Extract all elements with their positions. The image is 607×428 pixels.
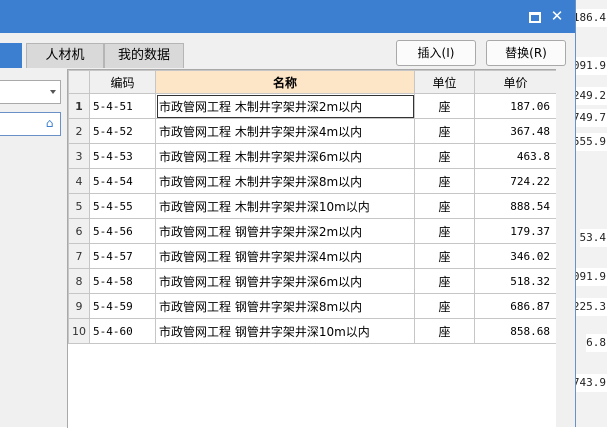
cell-price[interactable]: 463.8 [475, 144, 557, 169]
cell-name[interactable]: 市政管网工程 钢管井字架井深8m以内 [156, 294, 415, 319]
cell-price[interactable]: 858.68 [475, 319, 557, 344]
table-header-row: 编码 名称 单位 单价 [69, 71, 557, 94]
cell-code[interactable]: 5-4-60 [90, 319, 156, 344]
row-number-header [69, 71, 90, 94]
table-row[interactable]: 105-4-60市政管网工程 钢管井字架井深10m以内座858.68 [69, 319, 557, 344]
table-row[interactable]: 15-4-51市政管网工程 木制井字架井深2m以内座187.06 [69, 94, 557, 119]
cell-unit[interactable]: 座 [415, 119, 475, 144]
table-row[interactable]: 35-4-53市政管网工程 木制井字架井深6m以内座463.8 [69, 144, 557, 169]
background-value: 743.9 [573, 374, 607, 392]
background-value: 53.4 [580, 229, 607, 247]
cell-unit[interactable]: 座 [415, 319, 475, 344]
table-row[interactable]: 45-4-54市政管网工程 木制井字架井深8m以内座724.22 [69, 169, 557, 194]
column-header-code[interactable]: 编码 [90, 71, 156, 94]
cell-code[interactable]: 5-4-59 [90, 294, 156, 319]
row-number[interactable]: 10 [69, 319, 90, 344]
table-row[interactable]: 65-4-56市政管网工程 钢管井字架井深2m以内座179.37 [69, 219, 557, 244]
cell-code[interactable]: 5-4-51 [90, 94, 156, 119]
tab-quota[interactable] [0, 43, 22, 68]
cell-code[interactable]: 5-4-55 [90, 194, 156, 219]
table-row[interactable]: 95-4-59市政管网工程 钢管井字架井深8m以内座686.87 [69, 294, 557, 319]
cell-unit[interactable]: 座 [415, 144, 475, 169]
row-number[interactable]: 7 [69, 244, 90, 269]
insert-button[interactable]: 插入(I) [396, 40, 476, 66]
tab-my-data[interactable]: 我的数据 [104, 43, 184, 68]
cell-unit[interactable]: 座 [415, 294, 475, 319]
cell-name[interactable]: 市政管网工程 木制井字架井深2m以内 [156, 94, 415, 119]
left-pane: ⌂ [0, 69, 67, 427]
cell-code[interactable]: 5-4-58 [90, 269, 156, 294]
cell-code[interactable]: 5-4-57 [90, 244, 156, 269]
row-number[interactable]: 9 [69, 294, 90, 319]
background-value: 6.8 [586, 334, 607, 352]
cell-unit[interactable]: 座 [415, 219, 475, 244]
cell-unit[interactable]: 座 [415, 244, 475, 269]
column-header-name[interactable]: 名称 [156, 71, 415, 94]
background-value: 555.9 [573, 133, 607, 151]
quota-dialog: ✕ 人材机 我的数据 插入(I) 替换(R) ⌂ 编码 名称 单位 [0, 0, 576, 427]
background-value: 249.2 [573, 87, 607, 105]
background-value: 749.7 [573, 109, 607, 127]
cell-unit[interactable]: 座 [415, 169, 475, 194]
search-icon[interactable]: ⌂ [43, 117, 56, 130]
cell-price[interactable]: 346.02 [475, 244, 557, 269]
cell-price[interactable]: 724.22 [475, 169, 557, 194]
cell-price[interactable]: 888.54 [475, 194, 557, 219]
maximize-icon[interactable] [527, 9, 541, 23]
cell-name[interactable]: 市政管网工程 钢管井字架井深6m以内 [156, 269, 415, 294]
cell-code[interactable]: 5-4-54 [90, 169, 156, 194]
cell-price[interactable]: 187.06 [475, 94, 557, 119]
row-number[interactable]: 6 [69, 219, 90, 244]
tab-labor-material-machine[interactable]: 人材机 [26, 43, 104, 68]
cell-code[interactable]: 5-4-52 [90, 119, 156, 144]
table-row[interactable]: 25-4-52市政管网工程 木制井字架井深4m以内座367.48 [69, 119, 557, 144]
cell-price[interactable]: 367.48 [475, 119, 557, 144]
cell-name[interactable]: 市政管网工程 木制井字架井深4m以内 [156, 119, 415, 144]
column-header-price[interactable]: 单价 [475, 71, 557, 94]
cell-price[interactable]: 179.37 [475, 219, 557, 244]
cell-code[interactable]: 5-4-56 [90, 219, 156, 244]
background-panel: 186.4 8091.9 249.2 749.7 555.9 53.4 8091… [575, 0, 607, 427]
row-number[interactable]: 5 [69, 194, 90, 219]
cell-name[interactable]: 市政管网工程 钢管井字架井深2m以内 [156, 219, 415, 244]
row-number[interactable]: 1 [69, 94, 90, 119]
dialog-titlebar: ✕ [0, 0, 575, 33]
table-row[interactable]: 75-4-57市政管网工程 钢管井字架井深4m以内座346.02 [69, 244, 557, 269]
replace-button[interactable]: 替换(R) [486, 40, 566, 66]
row-number[interactable]: 2 [69, 119, 90, 144]
cell-price[interactable]: 518.32 [475, 269, 557, 294]
close-icon[interactable]: ✕ [550, 9, 564, 23]
cell-code[interactable]: 5-4-53 [90, 144, 156, 169]
tab-strip: 人材机 我的数据 插入(I) 替换(R) [0, 33, 575, 69]
table-row[interactable]: 85-4-58市政管网工程 钢管井字架井深6m以内座518.32 [69, 269, 557, 294]
cell-name[interactable]: 市政管网工程 钢管井字架井深4m以内 [156, 244, 415, 269]
cell-name[interactable]: 市政管网工程 钢管井字架井深10m以内 [156, 319, 415, 344]
cell-name[interactable]: 市政管网工程 木制井字架井深6m以内 [156, 144, 415, 169]
cell-unit[interactable]: 座 [415, 194, 475, 219]
search-input[interactable]: ⌂ [0, 112, 61, 136]
cell-price[interactable]: 686.87 [475, 294, 557, 319]
cell-unit[interactable]: 座 [415, 94, 475, 119]
column-header-unit[interactable]: 单位 [415, 71, 475, 94]
quota-table: 编码 名称 单位 单价 15-4-51市政管网工程 木制井字架井深2m以内座18… [67, 69, 557, 428]
background-value: 186.4 [573, 9, 607, 27]
chevron-down-icon [50, 90, 56, 94]
row-number[interactable]: 3 [69, 144, 90, 169]
vertical-scrollbar[interactable] [556, 69, 575, 427]
table-row[interactable]: 55-4-55市政管网工程 木制井字架井深10m以内座888.54 [69, 194, 557, 219]
row-number[interactable]: 4 [69, 169, 90, 194]
category-dropdown[interactable] [0, 80, 61, 104]
cell-name[interactable]: 市政管网工程 木制井字架井深8m以内 [156, 169, 415, 194]
row-number[interactable]: 8 [69, 269, 90, 294]
cell-unit[interactable]: 座 [415, 269, 475, 294]
cell-name[interactable]: 市政管网工程 木制井字架井深10m以内 [156, 194, 415, 219]
background-value: 225.3 [573, 298, 607, 316]
